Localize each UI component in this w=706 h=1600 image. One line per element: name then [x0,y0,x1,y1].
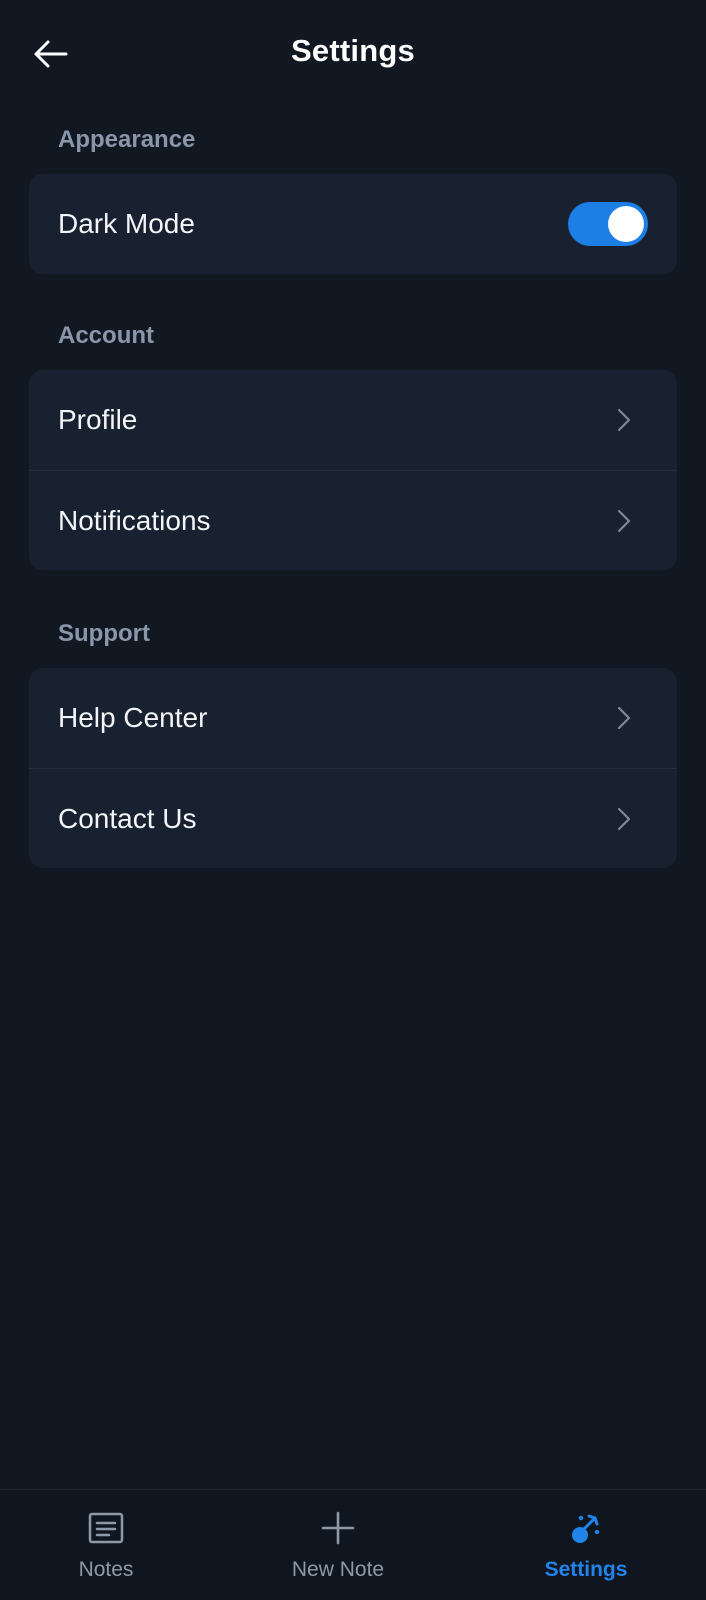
nav-settings[interactable]: Settings [486,1490,686,1600]
contact-us-row[interactable]: Contact Us [29,768,677,868]
app-header: Settings [0,0,706,108]
chevron-right-icon [612,509,636,533]
nav-new-note[interactable]: New Note [238,1490,438,1600]
dark-mode-toggle[interactable] [568,202,648,246]
appearance-card: Dark Mode [29,174,677,274]
settings-icon [566,1508,606,1548]
plus-icon [318,1508,358,1548]
account-card: Profile Notifications [29,370,677,570]
support-card: Help Center Contact Us [29,668,677,868]
help-center-label: Help Center [58,702,208,733]
nav-settings-label: Settings [544,1558,628,1581]
section-label-account: Account [58,322,154,349]
notifications-label: Notifications [58,504,211,536]
chevron-right-icon [612,706,636,730]
bottom-nav: Notes New Note Settings [0,1489,706,1600]
nav-notes-label: Notes [78,1558,134,1581]
help-center-row[interactable]: Help Center [29,668,677,768]
section-label-appearance: Appearance [58,126,196,153]
chevron-right-icon [612,408,636,432]
notifications-row[interactable]: Notifications [29,470,677,570]
nav-new-note-label: New Note [291,1558,385,1581]
contact-us-label: Contact Us [58,802,197,834]
nav-notes[interactable]: Notes [6,1490,206,1600]
section-label-support: Support [58,620,150,647]
dark-mode-label: Dark Mode [58,208,195,239]
profile-label: Profile [58,404,138,435]
dark-mode-row: Dark Mode [29,174,677,274]
profile-row[interactable]: Profile [29,370,677,470]
toggle-knob [608,206,644,242]
chevron-right-icon [612,807,636,831]
page-title: Settings [291,33,415,68]
notes-icon [86,1508,126,1548]
